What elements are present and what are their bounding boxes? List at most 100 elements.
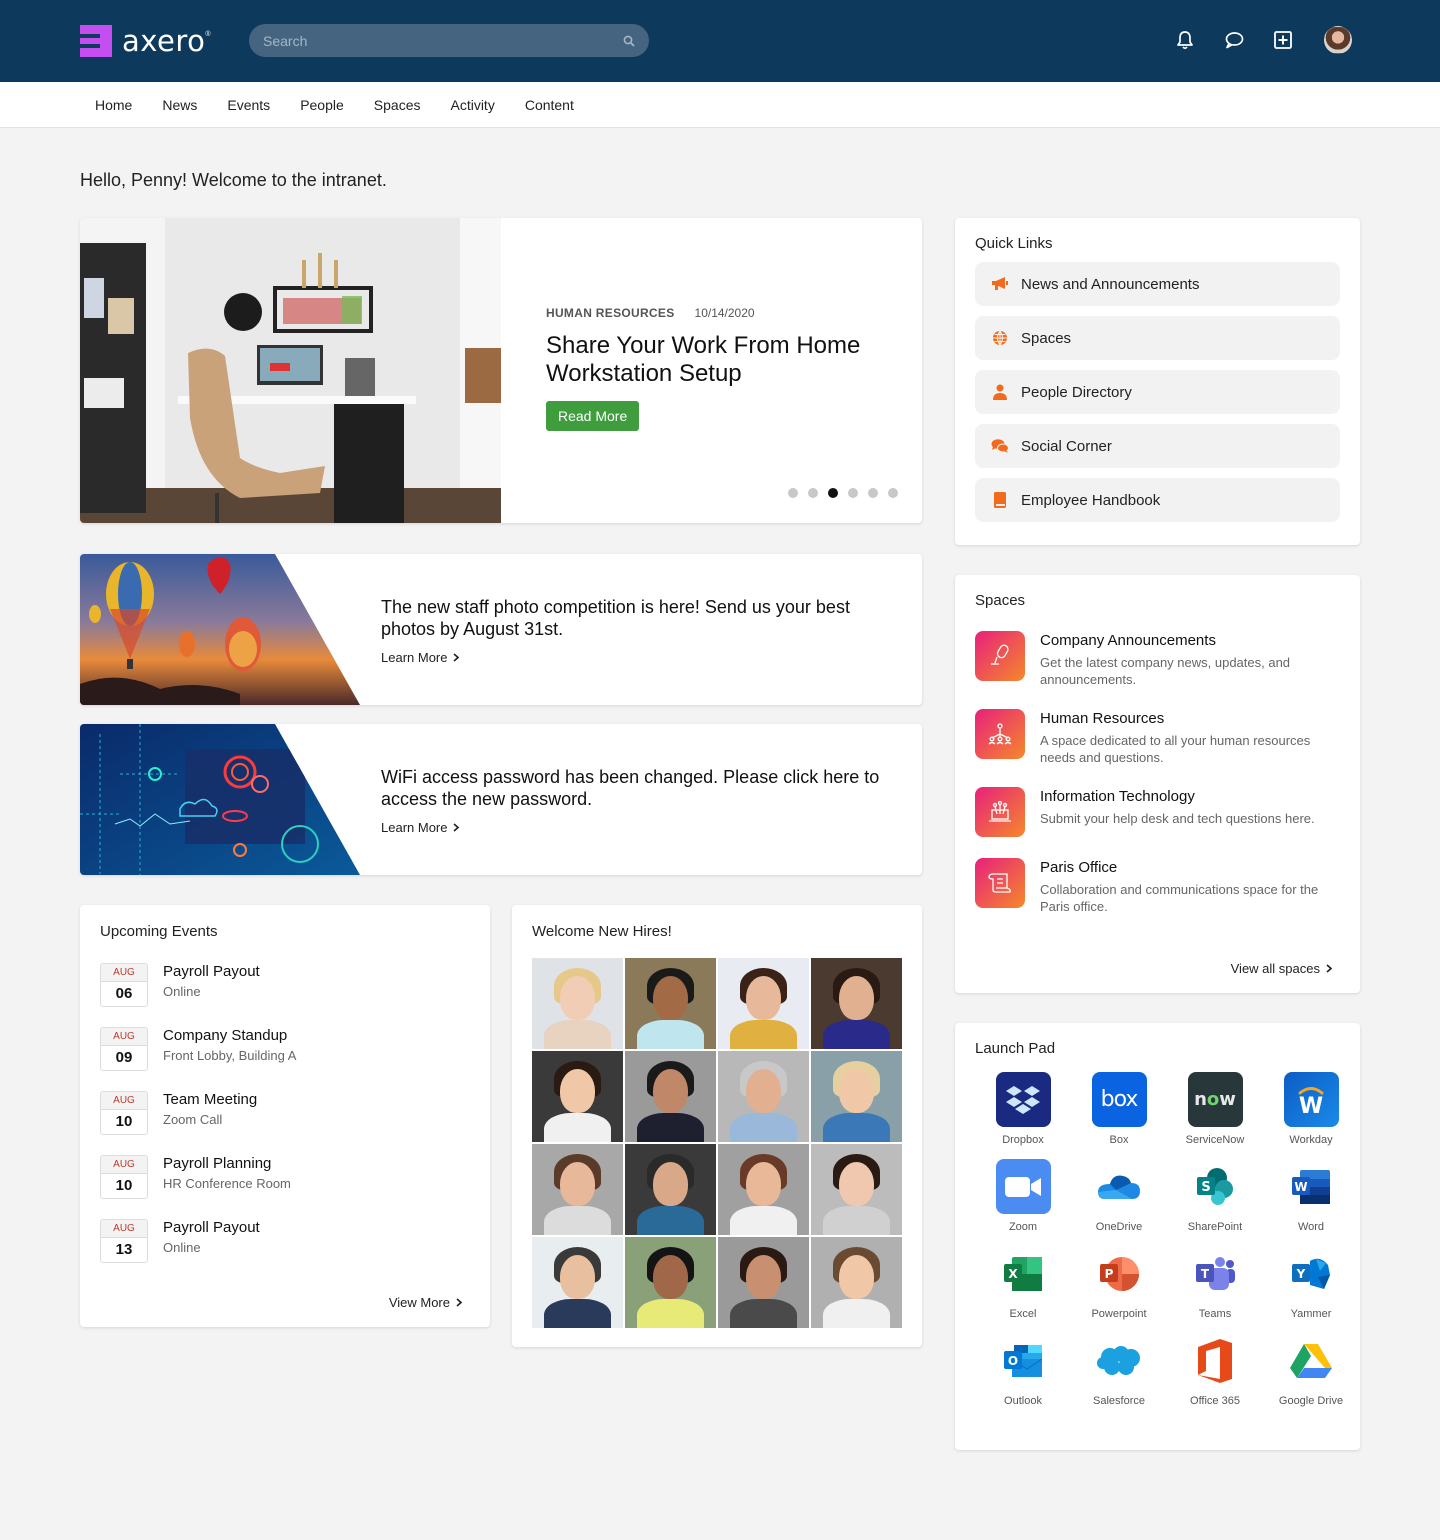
app-outlook[interactable]: O Outlook bbox=[975, 1333, 1071, 1407]
learn-more-link[interactable]: Learn More bbox=[381, 650, 460, 665]
event-title[interactable]: Payroll Payout bbox=[163, 1219, 260, 1236]
banner-title[interactable]: WiFi access password has been changed. P… bbox=[381, 766, 881, 810]
app-label: Dropbox bbox=[1002, 1134, 1044, 1146]
nav-spaces[interactable]: Spaces bbox=[359, 97, 436, 113]
search-input[interactable] bbox=[263, 32, 623, 49]
space-information-technology[interactable]: Information Technology Submit your help … bbox=[975, 787, 1340, 837]
event-item[interactable]: AUG 10 Team Meeting Zoom Call bbox=[100, 1091, 470, 1135]
portrait-face bbox=[839, 1255, 874, 1299]
nav-activity[interactable]: Activity bbox=[435, 97, 509, 113]
portrait-face bbox=[560, 1069, 595, 1113]
hero-category[interactable]: HUMAN RESOURCES bbox=[546, 306, 675, 320]
new-hire-photo[interactable] bbox=[625, 1237, 716, 1328]
space-paris-office[interactable]: Paris Office Collaboration and communica… bbox=[975, 858, 1340, 915]
view-more-label: View More bbox=[388, 1295, 450, 1310]
app-excel[interactable]: X Excel bbox=[975, 1246, 1071, 1320]
app-word[interactable]: W Word bbox=[1263, 1159, 1359, 1233]
new-hire-photo[interactable] bbox=[718, 1144, 809, 1235]
new-hire-photo[interactable] bbox=[532, 958, 623, 1049]
new-hire-photo[interactable] bbox=[532, 1051, 623, 1142]
quick-link-employee-handbook[interactable]: Employee Handbook bbox=[975, 478, 1340, 522]
tech-network-image[interactable] bbox=[80, 724, 360, 875]
app-office-365[interactable]: Office 365 bbox=[1167, 1333, 1263, 1407]
chat-icon[interactable] bbox=[1223, 29, 1245, 51]
new-hire-photo[interactable] bbox=[625, 1144, 716, 1235]
zoom-icon bbox=[995, 1159, 1051, 1214]
event-item[interactable]: AUG 06 Payroll Payout Online bbox=[100, 963, 470, 1007]
carousel-dot[interactable] bbox=[808, 488, 818, 498]
new-hire-photo[interactable] bbox=[532, 1237, 623, 1328]
axero-logo[interactable]: axero ® bbox=[80, 25, 211, 57]
event-day: 10 bbox=[115, 1177, 133, 1194]
new-hire-photo[interactable] bbox=[625, 958, 716, 1049]
new-hire-photo[interactable] bbox=[718, 1051, 809, 1142]
svg-text:W: W bbox=[1294, 1180, 1307, 1194]
space-company-announcements[interactable]: Company Announcements Get the latest com… bbox=[975, 631, 1340, 688]
event-item[interactable]: AUG 09 Company Standup Front Lobby, Buildin… bbox=[100, 1027, 470, 1071]
app-label: Outlook bbox=[1004, 1395, 1042, 1407]
carousel-dot[interactable] bbox=[868, 488, 878, 498]
hero-image[interactable] bbox=[80, 218, 501, 523]
app-sharepoint[interactable]: S SharePoint bbox=[1167, 1159, 1263, 1233]
nav-content[interactable]: Content bbox=[510, 97, 589, 113]
event-title[interactable]: Payroll Payout bbox=[163, 963, 260, 980]
hero-title[interactable]: Share Your Work From Home Workstation Se… bbox=[546, 332, 886, 388]
app-zoom[interactable]: Zoom bbox=[975, 1159, 1071, 1233]
nav-home[interactable]: Home bbox=[80, 97, 147, 113]
app-onedrive[interactable]: OneDrive bbox=[1071, 1159, 1167, 1233]
new-hire-photo[interactable] bbox=[811, 958, 902, 1049]
app-box[interactable]: box Box bbox=[1071, 1072, 1167, 1146]
app-powerpoint[interactable]: P Powerpoint bbox=[1071, 1246, 1167, 1320]
user-avatar[interactable] bbox=[1324, 26, 1352, 54]
quick-link-social-corner[interactable]: Social Corner bbox=[975, 424, 1340, 468]
space-human-resources[interactable]: Human Resources A space dedicated to all… bbox=[975, 709, 1340, 766]
search-box[interactable] bbox=[249, 24, 649, 57]
new-hire-photo[interactable] bbox=[532, 1144, 623, 1235]
nav-news[interactable]: News bbox=[147, 97, 212, 113]
learn-more-link[interactable]: Learn More bbox=[381, 820, 460, 835]
carousel-dot-active[interactable] bbox=[828, 488, 838, 498]
carousel-dot[interactable] bbox=[788, 488, 798, 498]
app-salesforce[interactable]: Salesforce bbox=[1071, 1333, 1167, 1407]
space-description: Submit your help desk and tech questions… bbox=[1040, 811, 1315, 826]
quick-link-spaces[interactable]: Spaces bbox=[975, 316, 1340, 360]
event-title[interactable]: Payroll Planning bbox=[163, 1155, 291, 1172]
quick-link-people-directory[interactable]: People Directory bbox=[975, 370, 1340, 414]
event-item[interactable]: AUG 13 Payroll Payout Online bbox=[100, 1219, 470, 1263]
event-title[interactable]: Team Meeting bbox=[163, 1091, 257, 1108]
comments-icon bbox=[991, 437, 1009, 455]
view-more-link[interactable]: View More bbox=[389, 1295, 462, 1310]
event-item[interactable]: AUG 10 Payroll Planning HR Conference Room bbox=[100, 1155, 470, 1199]
space-description: Collaboration and communications space f… bbox=[1040, 882, 1319, 914]
new-hire-photo[interactable] bbox=[718, 958, 809, 1049]
event-title[interactable]: Company Standup bbox=[163, 1027, 296, 1044]
app-workday[interactable]: W Workday bbox=[1263, 1072, 1359, 1146]
search-icon[interactable] bbox=[623, 35, 635, 47]
balloons-image[interactable] bbox=[80, 554, 360, 705]
app-dropbox[interactable]: Dropbox bbox=[975, 1072, 1071, 1146]
app-google-drive[interactable]: Google Drive bbox=[1263, 1333, 1359, 1407]
app-servicenow[interactable]: now ServiceNow bbox=[1167, 1072, 1263, 1146]
carousel-dot[interactable] bbox=[888, 488, 898, 498]
quick-link-news[interactable]: News and Announcements bbox=[975, 262, 1340, 306]
banner-title[interactable]: The new staff photo competition is here!… bbox=[381, 596, 881, 640]
app-teams[interactable]: T Teams bbox=[1167, 1246, 1263, 1320]
hero-meta: HUMAN RESOURCES 10/14/2020 bbox=[546, 306, 922, 320]
book-icon bbox=[991, 491, 1009, 509]
nav-people[interactable]: People bbox=[285, 97, 359, 113]
new-hire-photo[interactable] bbox=[625, 1051, 716, 1142]
greeting: Hello, Penny! Welcome to the intranet. bbox=[80, 170, 387, 190]
new-hire-photo[interactable] bbox=[811, 1051, 902, 1142]
hero-date: 10/14/2020 bbox=[694, 306, 755, 320]
nav-events[interactable]: Events bbox=[212, 97, 285, 113]
view-all-spaces-link[interactable]: View all spaces bbox=[1231, 961, 1332, 976]
new-hire-photo[interactable] bbox=[811, 1144, 902, 1235]
svg-text:P: P bbox=[1105, 1267, 1114, 1281]
add-content-icon[interactable] bbox=[1272, 29, 1294, 51]
read-more-button[interactable]: Read More bbox=[546, 401, 640, 431]
new-hire-photo[interactable] bbox=[718, 1237, 809, 1328]
bell-icon[interactable] bbox=[1174, 29, 1196, 51]
new-hire-photo[interactable] bbox=[811, 1237, 902, 1328]
app-yammer[interactable]: Y Yammer bbox=[1263, 1246, 1359, 1320]
carousel-dot[interactable] bbox=[848, 488, 858, 498]
